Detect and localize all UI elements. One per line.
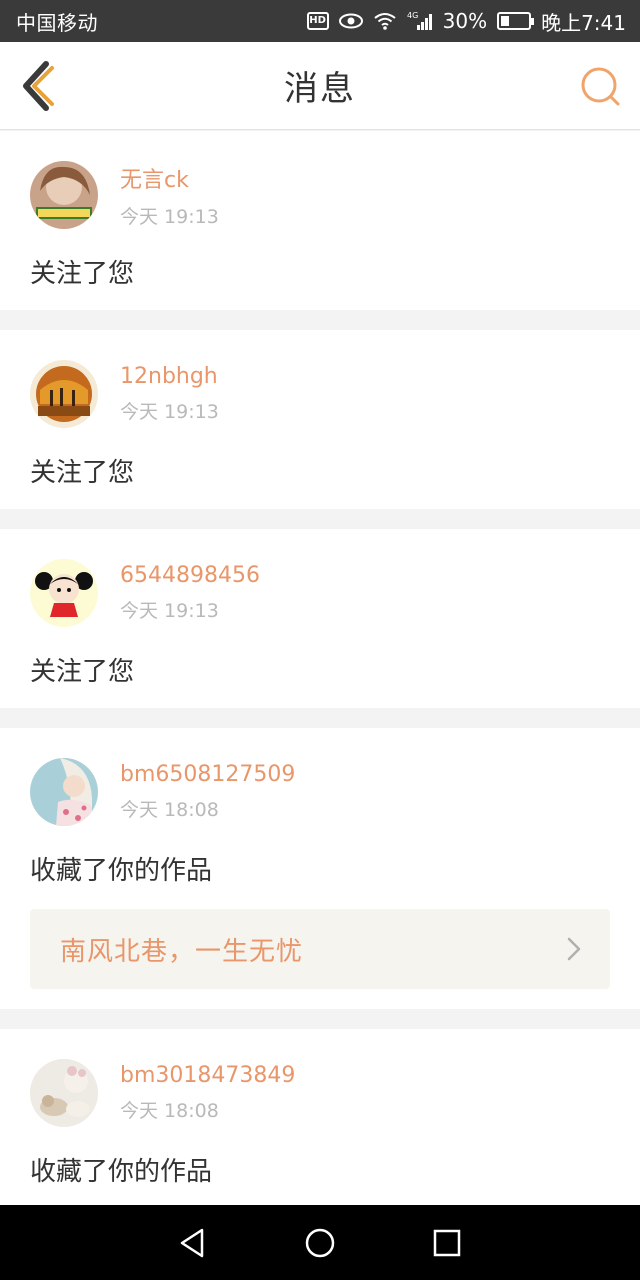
username[interactable]: 12nbhgh [120, 364, 219, 389]
clock: 晚上7:41 [541, 10, 626, 35]
work-link[interactable]: 南风北巷，一生无忧 [30, 909, 610, 989]
page-title: 消息 [284, 69, 356, 109]
message-item[interactable]: bm3018473849 今天 18:08 收藏了你的作品 [0, 1029, 640, 1205]
carrier-label: 中国移动 [16, 10, 98, 35]
chevron-right-icon [567, 937, 581, 961]
back-triangle-icon[interactable] [176, 1226, 210, 1260]
message-action: 收藏了你的作品 [30, 856, 213, 886]
timestamp: 今天 18:08 [120, 1100, 219, 1122]
battery-icon [497, 12, 535, 30]
system-nav-bar [0, 1205, 640, 1280]
avatar[interactable] [30, 559, 98, 627]
status-bar: 中国移动 HD 4G 30% 晚上7:41 [0, 0, 640, 42]
recents-square-icon[interactable] [430, 1226, 464, 1260]
message-action: 关注了您 [30, 259, 135, 289]
avatar[interactable] [30, 161, 98, 229]
username[interactable]: 无言ck [120, 162, 219, 194]
username[interactable]: bm3018473849 [120, 1063, 295, 1088]
timestamp: 今天 19:13 [120, 205, 219, 228]
message-item[interactable]: 无言ck 今天 19:13 关注了您 [0, 131, 640, 310]
chevron-left-icon [23, 61, 54, 111]
message-action: 收藏了你的作品 [30, 1157, 213, 1187]
message-item[interactable]: bm6508127509 今天 18:08 收藏了你的作品 南风北巷，一生无忧 [0, 728, 640, 1009]
wifi-icon [373, 12, 397, 30]
search-button[interactable] [578, 64, 624, 110]
eye-icon [338, 13, 363, 29]
message-item[interactable]: 12nbhgh 今天 19:13 关注了您 [0, 330, 640, 509]
nav-bar: 消息 [0, 42, 640, 130]
avatar[interactable] [30, 360, 98, 428]
message-list: 无言ck 今天 19:13 关注了您 12nbhgh 今天 19:13 关注了您… [0, 131, 640, 1205]
username[interactable]: bm6508127509 [120, 762, 295, 787]
timestamp: 今天 18:08 [120, 799, 219, 821]
back-button[interactable] [16, 58, 66, 114]
username[interactable]: 6544898456 [120, 563, 260, 588]
timestamp: 今天 19:13 [120, 401, 219, 423]
signal-icon: 4G [407, 11, 433, 31]
message-item[interactable]: 6544898456 今天 19:13 关注了您 [0, 529, 640, 708]
timestamp: 今天 19:13 [120, 600, 219, 622]
network-type: 4G [407, 11, 418, 20]
avatar[interactable] [30, 758, 98, 826]
message-action: 关注了您 [30, 657, 135, 687]
work-title: 南风北巷，一生无忧 [60, 936, 304, 967]
battery-percent: 30% [442, 9, 488, 33]
hd-icon: HD [306, 12, 329, 30]
avatar[interactable] [30, 1059, 98, 1127]
search-icon [581, 67, 620, 106]
status-icons: HD 4G 30% 晚上7:41 [306, 7, 626, 36]
message-action: 关注了您 [30, 458, 135, 488]
home-circle-icon[interactable] [303, 1226, 337, 1260]
